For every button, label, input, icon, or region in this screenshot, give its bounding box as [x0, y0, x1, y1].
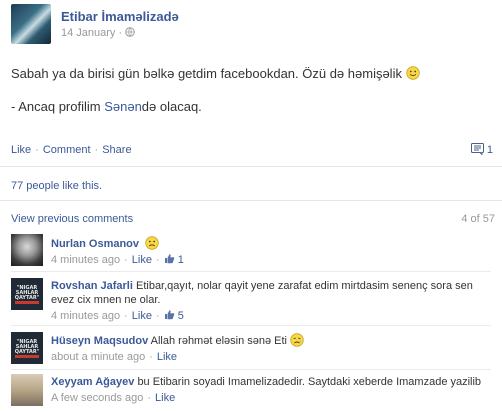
mention-link[interactable]: Sənən	[104, 99, 142, 114]
comment-time[interactable]: about a minute ago	[51, 351, 145, 363]
view-previous-comments-link[interactable]: View previous comments	[11, 213, 133, 225]
avatar-poster-text: "NIGAR SAHLAR QAYTAR"	[14, 285, 40, 301]
comment-like-button[interactable]: Like	[132, 254, 152, 266]
comment-like-button[interactable]: Like	[157, 351, 177, 363]
sad-emoticon-icon	[145, 236, 159, 250]
post-actions: Like · Comment · Share	[11, 144, 132, 156]
globe-icon[interactable]	[125, 27, 135, 37]
thumbs-up-icon	[164, 254, 174, 264]
post-text-line-1: Sabah ya da birisi gün bəlkə getdim face…	[11, 66, 420, 81]
poster-name[interactable]: Etibar İmaməlizadə	[61, 9, 179, 24]
comment-item: Xeyyam Ağayev bu Etibarin soyadi Imameli…	[0, 373, 502, 412]
comment-divider	[11, 271, 491, 272]
commenter-avatar[interactable]	[11, 234, 43, 266]
meta-separator: ·	[155, 310, 160, 322]
meta-separator: ·	[147, 392, 152, 404]
comment-meta: 4 minutes ago · Like · 1	[51, 253, 497, 267]
comment-item: "NIGAR SAHLAR QAYTAR" Rovshan Jafarli Et…	[0, 276, 502, 322]
commenter-avatar[interactable]: "NIGAR SAHLAR QAYTAR"	[11, 332, 43, 364]
crying-emoticon-icon	[290, 333, 304, 347]
meta-separator: ·	[155, 254, 160, 266]
divider	[0, 200, 502, 201]
comment-meta: A few seconds ago · Like	[51, 391, 497, 405]
commenter-name[interactable]: Nurlan Osmanov	[51, 238, 139, 250]
comment-item: Nurlan Osmanov 4 minutes ago · Like · 1	[0, 232, 502, 268]
post-text-prefix: - Ancaq profilim	[11, 99, 105, 114]
post-text: Sabah ya da birisi gün bəlkə getdim face…	[11, 66, 402, 81]
poster-avatar[interactable]	[11, 4, 51, 44]
comment-text: bu Etibarin soyadi Imamelizadedir. Saytd…	[137, 376, 482, 388]
comment-like-button[interactable]: Like	[132, 310, 152, 322]
comment-divider	[11, 325, 491, 326]
commenter-name[interactable]: Hüseyn Maqsudov	[51, 335, 148, 347]
thumbs-up-icon	[164, 310, 174, 320]
post-meta: 14 January ·	[61, 27, 135, 39]
meta-separator: ·	[124, 310, 128, 322]
comment-time[interactable]: 4 minutes ago	[51, 310, 120, 322]
comment-meta: 4 minutes ago · Like · 5	[51, 309, 497, 323]
comment-meta: about a minute ago · Like	[51, 350, 497, 364]
action-separator: ·	[94, 144, 99, 156]
share-button[interactable]: Share	[102, 144, 131, 156]
comment-item: "NIGAR SAHLAR QAYTAR" Hüseyn Maqsudov Al…	[0, 330, 502, 366]
comment-button[interactable]: Comment	[43, 144, 91, 156]
commenter-name[interactable]: Rovshan Jafarli	[51, 280, 133, 292]
post-date[interactable]: 14 January	[61, 27, 115, 39]
smile-emoticon-icon	[405, 66, 420, 80]
commenter-avatar[interactable]: "NIGAR SAHLAR QAYTAR"	[11, 278, 43, 310]
action-separator: ·	[35, 144, 39, 156]
like-button[interactable]: Like	[11, 144, 31, 156]
avatar-poster-bar	[15, 301, 39, 304]
comment-count: 1	[486, 144, 493, 156]
divider	[0, 166, 502, 167]
post-text-line-2: - Ancaq profilim Sənəndə olacaq.	[11, 99, 202, 114]
comment-bubble-icon	[470, 143, 484, 156]
commenter-avatar[interactable]	[11, 374, 43, 406]
comment-like-count[interactable]: 1	[178, 254, 184, 266]
likes-summary: 77 people like this.	[11, 180, 102, 192]
comments-count-label: 4 of 57	[461, 213, 495, 225]
commenter-name[interactable]: Xeyyam Ağayev	[51, 376, 134, 388]
post-header: Etibar İmaməlizadə 14 January ·	[0, 0, 502, 50]
comment-time[interactable]: 4 minutes ago	[51, 254, 120, 266]
comment-like-count[interactable]: 5	[178, 310, 184, 322]
comment-count-link[interactable]: 1	[470, 143, 493, 156]
comment-time[interactable]: A few seconds ago	[51, 392, 143, 404]
comment-text: Allah rəhmət eləsin sənə Eti	[150, 335, 287, 347]
avatar-poster-text: "NIGAR SAHLAR QAYTAR"	[14, 339, 40, 355]
post-text-suffix: də olacaq.	[141, 99, 202, 114]
comment-divider	[11, 369, 491, 370]
meta-separator: ·	[149, 351, 153, 363]
meta-separator: ·	[124, 254, 128, 266]
comment-like-button[interactable]: Like	[155, 392, 175, 404]
avatar-poster-bar	[15, 355, 39, 358]
meta-separator: ·	[118, 27, 123, 39]
likes-link[interactable]: 77 people like this.	[11, 180, 102, 192]
